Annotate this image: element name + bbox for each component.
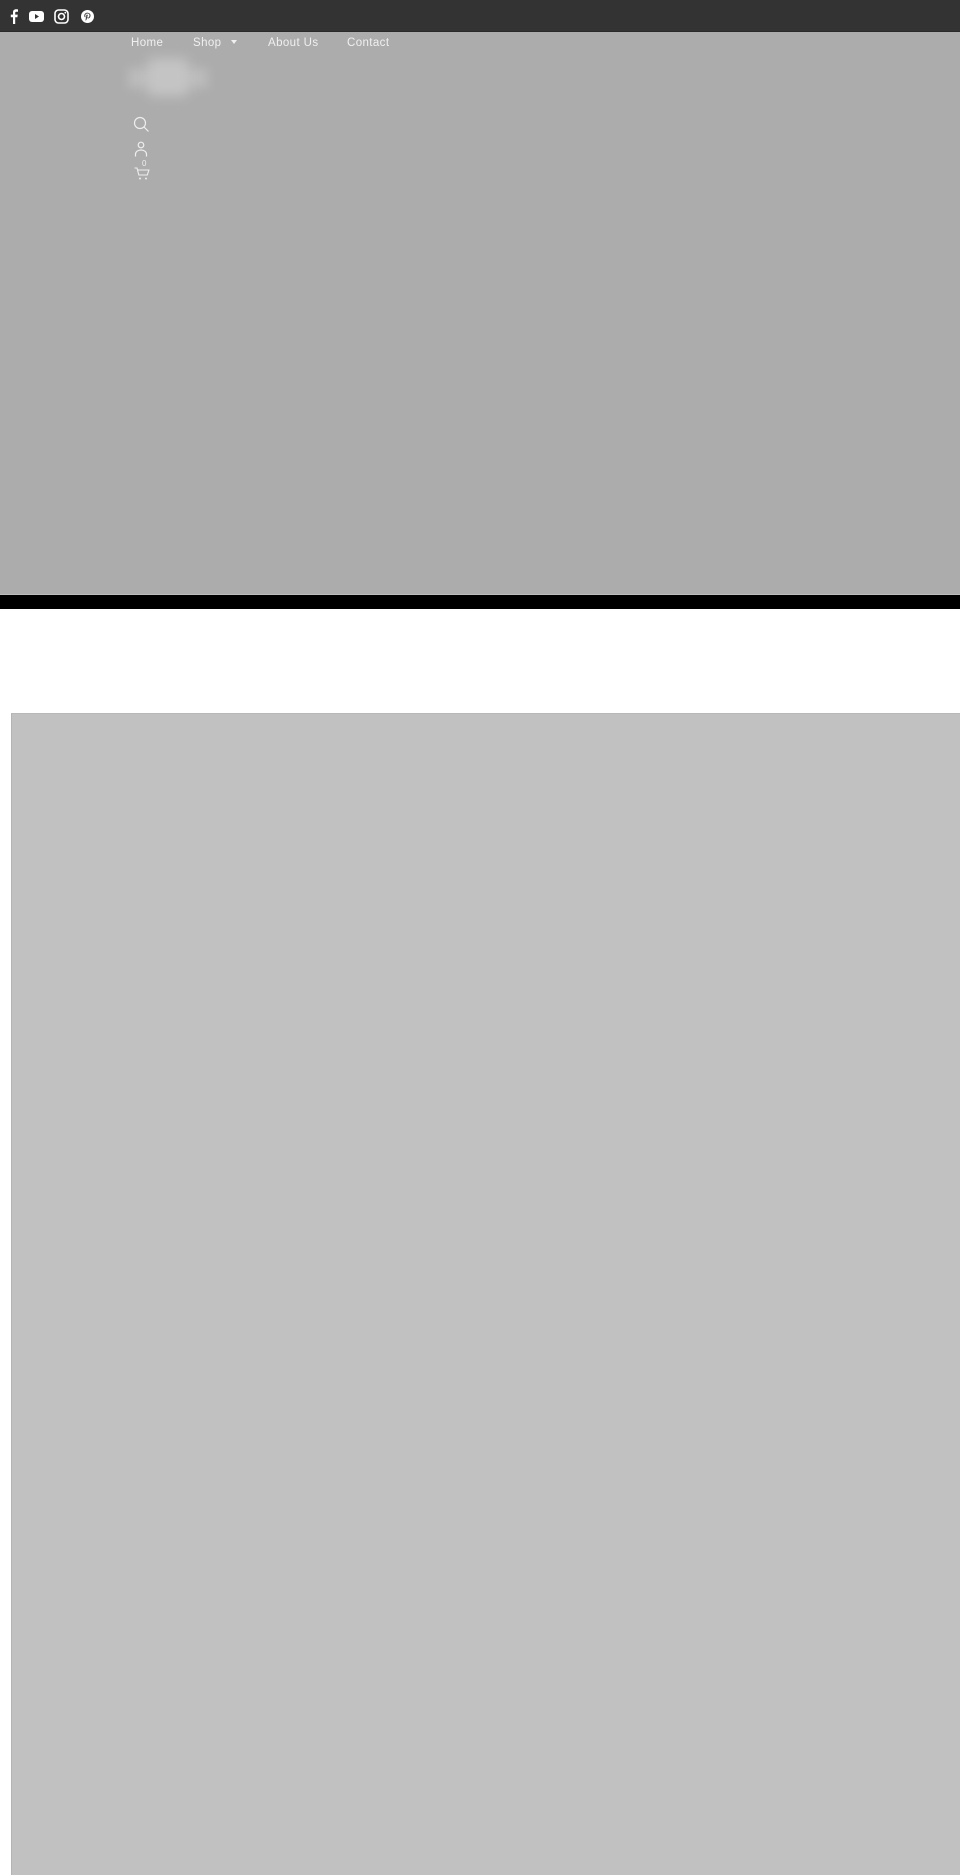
social-bar <box>0 0 960 32</box>
pinterest-icon <box>80 9 94 23</box>
instagram-link[interactable] <box>53 7 69 25</box>
store-logo[interactable] <box>118 56 208 100</box>
nav-home[interactable]: Home <box>131 35 163 51</box>
logo-blur-shape <box>148 58 188 96</box>
youtube-link[interactable] <box>28 7 44 25</box>
user-icon <box>134 141 148 157</box>
nav-shop[interactable]: Shop <box>193 35 238 51</box>
featured-image-section <box>11 713 960 1875</box>
youtube-icon <box>28 10 44 22</box>
nav-about-us[interactable]: About Us <box>268 35 319 51</box>
cart-button[interactable]: 0 <box>134 160 154 182</box>
search-icon <box>133 116 149 132</box>
caret-down-icon <box>231 39 238 44</box>
instagram-icon <box>53 8 69 24</box>
pinterest-link[interactable] <box>80 7 94 25</box>
nav-shop-label: Shop <box>193 37 222 49</box>
search-button[interactable] <box>133 116 150 138</box>
facebook-link[interactable] <box>9 7 19 25</box>
cart-icon <box>134 167 150 180</box>
black-band <box>0 595 960 609</box>
facebook-icon <box>10 8 18 24</box>
nav-contact[interactable]: Contact <box>347 35 389 51</box>
